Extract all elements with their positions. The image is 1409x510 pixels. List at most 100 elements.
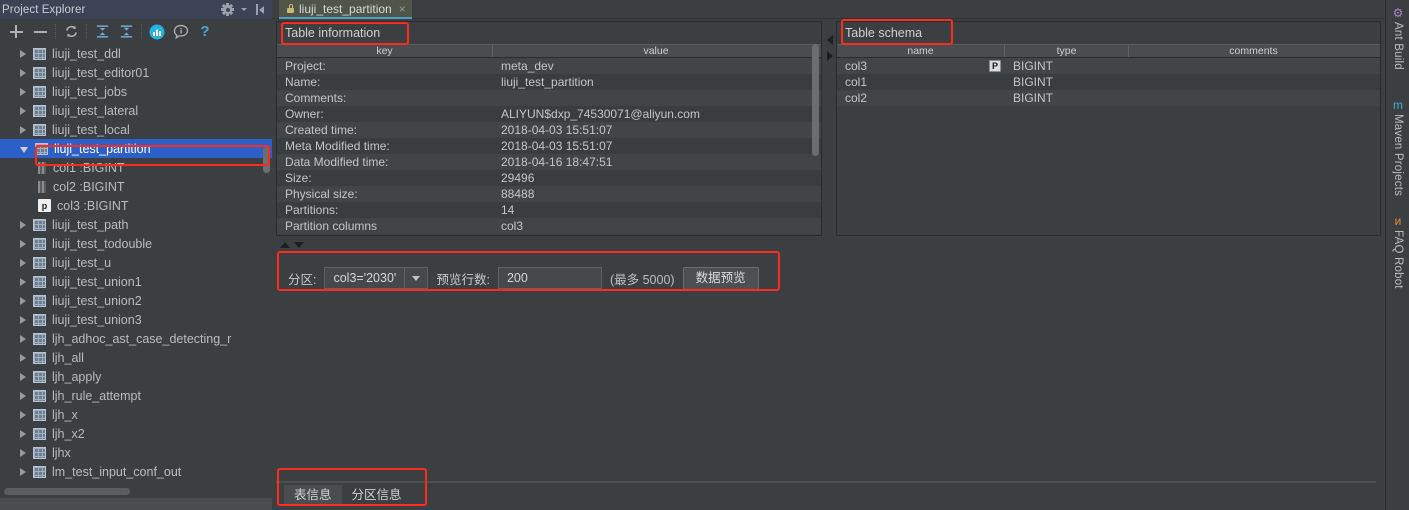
chevron-right-icon[interactable] (20, 277, 26, 286)
expand-all-icon[interactable] (90, 21, 114, 43)
chevron-down-icon[interactable] (405, 268, 427, 288)
table-row[interactable]: col1 BIGINT (837, 74, 1380, 90)
chevron-right-icon[interactable] (20, 49, 26, 58)
tree-item[interactable]: ljh_adhoc_ast_case_detecting_r (0, 329, 272, 348)
table-row[interactable]: Partition columns col3 (277, 218, 821, 234)
chevron-right-icon[interactable] (20, 467, 26, 476)
tree-item[interactable]: ljhx (0, 443, 272, 462)
column-header-type[interactable]: type (1005, 45, 1129, 57)
help-icon[interactable]: ? (193, 21, 217, 43)
tree-item[interactable]: ljh_x2 (0, 424, 272, 443)
column-header-comments[interactable]: comments (1129, 45, 1378, 57)
tree-item-label: liuji_test_local (52, 122, 130, 137)
tree-vertical-scrollbar[interactable] (263, 147, 270, 173)
tool-window-button[interactable]: ⚙ Ant Build (1386, 6, 1409, 70)
table-row[interactable]: Meta Modified time: 2018-04-03 15:51:07 (277, 138, 821, 154)
column-header-value[interactable]: value (493, 45, 819, 57)
collapse-panel-icon[interactable] (256, 4, 264, 15)
table-row[interactable]: Created time: 2018-04-03 15:51:07 (277, 122, 821, 138)
chevron-right-icon[interactable] (20, 87, 26, 96)
table-row[interactable]: Name: liuji_test_partition (277, 74, 821, 90)
collapse-all-icon[interactable] (114, 21, 138, 43)
tree-item[interactable]: ljh_apply (0, 367, 272, 386)
chevron-right-icon[interactable] (20, 391, 26, 400)
chevron-down-icon[interactable] (241, 8, 247, 11)
table-row[interactable]: col3 P BIGINT (837, 58, 1380, 74)
table-row[interactable]: Project: meta_dev (277, 58, 821, 74)
tree-item[interactable]: liuji_test_union3 (0, 310, 272, 329)
add-icon[interactable] (4, 21, 28, 43)
chevron-right-icon[interactable] (20, 429, 26, 438)
tree-item[interactable]: ljh_rule_attempt (0, 386, 272, 405)
column-header-key[interactable]: key (277, 45, 493, 57)
table-information-scrollbar[interactable] (812, 44, 819, 156)
tree-item-label: liuji_test_union2 (52, 293, 142, 308)
tool-window-button[interactable]: и FAQ Robot (1386, 214, 1409, 289)
tree-item[interactable]: ljh_x (0, 405, 272, 424)
tree-item[interactable]: liuji_test_todouble (0, 234, 272, 253)
data-preview-button[interactable]: 数据预览 (682, 266, 759, 290)
partition-select[interactable]: col3='2030' (324, 267, 429, 289)
refresh-icon[interactable] (59, 21, 83, 43)
chevron-right-icon[interactable] (20, 106, 26, 115)
vertical-splitter[interactable] (824, 21, 836, 236)
info-icon[interactable] (169, 21, 193, 43)
table-row[interactable]: Owner: ALIYUN$dxp_74530071@aliyun.com (277, 106, 821, 122)
chevron-right-icon[interactable] (20, 448, 26, 457)
bottom-tab[interactable]: 表信息 (284, 485, 342, 505)
chevron-right-icon[interactable] (20, 372, 26, 381)
chevron-right-icon[interactable] (20, 410, 26, 419)
tree-item[interactable]: ljh_all (0, 348, 272, 367)
tree-item[interactable]: liuji_test_union1 (0, 272, 272, 291)
splitter-down-arrow-icon[interactable] (294, 242, 304, 248)
tree-item[interactable]: lm_test_input_conf_out (0, 462, 272, 481)
close-icon[interactable]: × (399, 3, 406, 15)
tree-item[interactable]: col2 :BIGINT (0, 177, 272, 196)
chart-icon[interactable] (145, 21, 169, 43)
chevron-right-icon[interactable] (20, 239, 26, 248)
tree-item[interactable]: liuji_test_partition (0, 139, 272, 158)
editor-tab-liuji-test-partition[interactable]: liuji_test_partition × (279, 0, 412, 19)
remove-icon[interactable] (28, 21, 52, 43)
tree-item[interactable]: col1 :BIGINT (0, 158, 272, 177)
tree-item[interactable]: liuji_test_jobs (0, 82, 272, 101)
chevron-right-icon[interactable] (20, 258, 26, 267)
table-icon (35, 142, 48, 155)
chevron-right-icon[interactable] (20, 296, 26, 305)
chevron-right-icon[interactable] (20, 353, 26, 362)
tree-item[interactable]: liuji_test_ddl (0, 44, 272, 63)
table-row[interactable]: Data Modified time: 2018-04-16 18:47:51 (277, 154, 821, 170)
tree-item[interactable]: liuji_test_path (0, 215, 272, 234)
tree-item-label: ljh_apply (52, 369, 102, 384)
splitter-right-arrow-icon[interactable] (827, 51, 833, 61)
chevron-right-icon[interactable] (20, 125, 26, 134)
cell-name-text: col1 (845, 75, 868, 89)
gear-icon[interactable] (221, 3, 234, 16)
bottom-tab[interactable]: 分区信息 (342, 485, 412, 505)
chevron-right-icon[interactable] (20, 334, 26, 343)
chevron-right-icon[interactable] (20, 220, 26, 229)
project-explorer-tree[interactable]: liuji_test_ddl liuji_test_editor01 liuji_t… (0, 44, 272, 510)
chevron-right-icon[interactable] (20, 315, 26, 324)
tree-item[interactable]: liuji_test_union2 (0, 291, 272, 310)
table-row[interactable]: col2 BIGINT (837, 90, 1380, 106)
tree-horizontal-scrollbar[interactable] (4, 488, 130, 495)
table-row[interactable]: Comments: (277, 90, 821, 106)
tree-item[interactable]: liuji_test_local (0, 120, 272, 139)
splitter-up-arrow-icon[interactable] (280, 242, 290, 248)
preview-rows-input[interactable] (497, 267, 602, 289)
horizontal-splitter[interactable] (276, 239, 1376, 251)
tree-item[interactable]: p col3 :BIGINT (0, 196, 272, 215)
column-header-name[interactable]: name (837, 45, 1005, 57)
tree-item[interactable]: liuji_test_u (0, 253, 272, 272)
tree-item[interactable]: liuji_test_lateral (0, 101, 272, 120)
chevron-down-icon[interactable] (20, 147, 28, 153)
table-row[interactable]: Physical size: 88488 (277, 186, 821, 202)
chevron-right-icon[interactable] (20, 68, 26, 77)
tree-item-label: col2 :BIGINT (53, 179, 125, 194)
splitter-left-arrow-icon[interactable] (827, 35, 833, 45)
table-row[interactable]: Partitions: 14 (277, 202, 821, 218)
table-row[interactable]: Size: 29496 (277, 170, 821, 186)
tool-window-button[interactable]: m Maven Projects (1386, 98, 1409, 196)
tree-item[interactable]: liuji_test_editor01 (0, 63, 272, 82)
